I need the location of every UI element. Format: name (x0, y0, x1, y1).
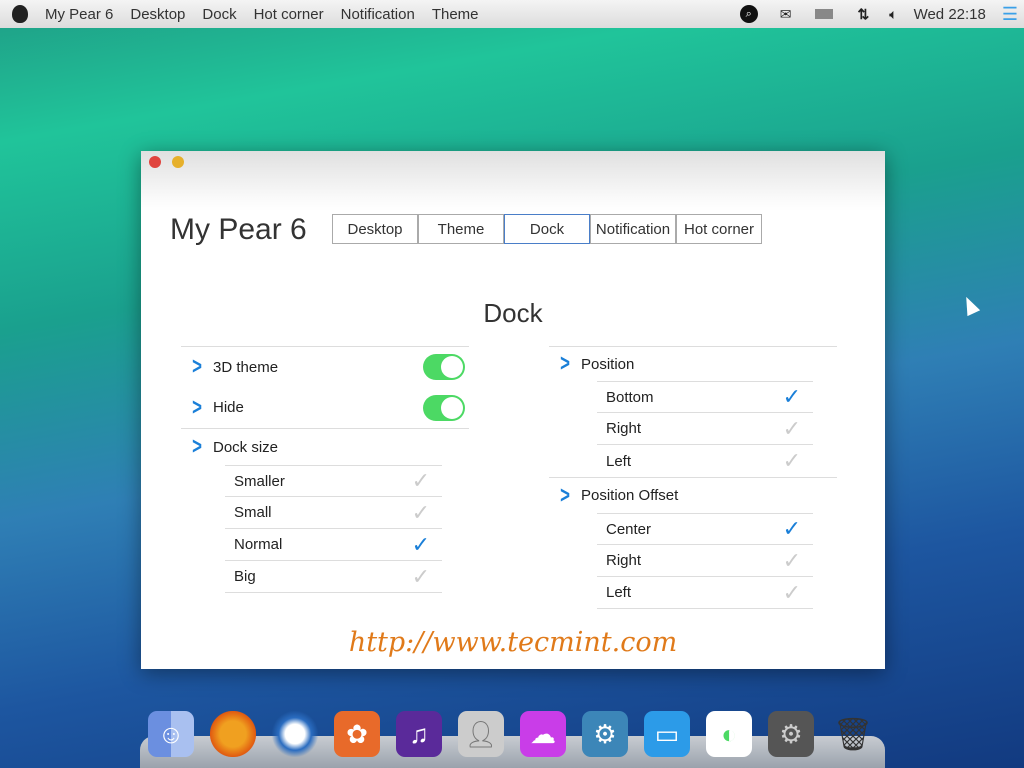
option-big[interactable]: Big ✓ (225, 561, 442, 593)
menu-app[interactable]: My Pear 6 (45, 6, 113, 23)
mail-icon[interactable]: ✉ (780, 6, 792, 23)
position-header: > Position (549, 346, 837, 381)
check-icon: ✓ (782, 415, 801, 441)
icloud-icon[interactable]: ☁ (520, 711, 566, 757)
label: Center (606, 520, 652, 538)
dock-size-header: > Dock size (181, 428, 469, 465)
check-icon: ✓ (411, 468, 430, 493)
check-icon: ✓ (782, 579, 801, 605)
offset-left[interactable]: Left ✓ (597, 577, 813, 609)
option-small[interactable]: Small ✓ (225, 497, 442, 529)
tab-dock[interactable]: Dock (504, 214, 590, 244)
check-icon: ✓ (782, 384, 801, 409)
label: Position Offset (581, 487, 679, 504)
chevron-right-icon: > (192, 353, 202, 380)
section-heading: Dock (483, 298, 543, 328)
menu-hot-corner[interactable]: Hot corner (254, 6, 324, 23)
label: Big (234, 568, 256, 585)
watermark-url: http://www.tecmint.com (348, 627, 678, 658)
chevron-right-icon: > (192, 393, 202, 421)
network-icon[interactable]: ⇅ (857, 6, 869, 23)
my-pear-window: My Pear 6 Desktop Theme Dock Notificatio… (141, 151, 885, 669)
battery-icon[interactable] (815, 9, 834, 19)
system-preferences-icon[interactable]: ⚙ (768, 711, 814, 757)
apple-icon[interactable] (12, 5, 28, 23)
firefox-icon[interactable] (210, 711, 256, 757)
position-bottom[interactable]: Bottom ✓ (597, 381, 813, 413)
thunderbird-icon[interactable] (272, 711, 318, 757)
position-right[interactable]: Right ✓ (597, 413, 813, 445)
tab-hot-corner[interactable]: Hot corner (676, 214, 762, 244)
search-icon[interactable]: ⌕ (739, 5, 758, 23)
contacts-icon[interactable]: 👤︎ (458, 711, 504, 757)
label: Smaller (234, 472, 285, 490)
tab-desktop[interactable]: Desktop (332, 214, 418, 244)
dock-icons: ☺ ✿ ♫ 👤︎ ☁ ⚙ ▭ ◐ ⚙ 🗑︎ (148, 711, 876, 757)
clock[interactable]: Wed 22:18 (914, 6, 986, 23)
position-left[interactable]: Left ✓ (597, 445, 813, 477)
3d-theme-toggle[interactable] (423, 354, 465, 380)
label: Normal (234, 536, 283, 553)
label: Left (606, 584, 632, 601)
menu-notification[interactable]: Notification (341, 6, 415, 23)
offset-center[interactable]: Center ✓ (597, 513, 813, 545)
desktop-icon[interactable]: ▭ (644, 711, 690, 757)
tab-notification[interactable]: Notification (590, 214, 676, 244)
label: Left (606, 452, 632, 470)
list-icon[interactable]: ☰ (1002, 4, 1018, 25)
menu-dock[interactable]: Dock (202, 6, 236, 23)
check-icon: ✓ (411, 563, 430, 589)
label: Right (606, 420, 642, 437)
toggle-row-hide: > Hide (181, 387, 469, 428)
label: Hide (213, 399, 244, 416)
label: Bottom (606, 388, 654, 406)
my-pear-settings-icon[interactable]: ◐ (706, 711, 752, 757)
close-button[interactable] (149, 156, 161, 168)
check-icon: ✓ (411, 531, 430, 557)
photos-icon[interactable]: ✿ (334, 711, 380, 757)
finder-icon[interactable]: ☺ (148, 711, 194, 757)
position-offset-header: > Position Offset (549, 477, 837, 513)
tab-theme[interactable]: Theme (418, 214, 504, 244)
itunes-icon[interactable]: ♫ (396, 711, 442, 757)
cydia-icon[interactable]: ⚙ (582, 711, 628, 757)
menu-bar: My Pear 6 Desktop Dock Hot corner Notifi… (0, 0, 1024, 28)
app-title: My Pear 6 (170, 213, 307, 246)
toggle-row-3d-theme: > 3D theme (181, 346, 469, 387)
chevron-right-icon: > (192, 433, 202, 460)
title-bar (141, 151, 885, 211)
trash-icon[interactable]: 🗑︎ (830, 711, 876, 757)
menu-theme[interactable]: Theme (432, 6, 479, 23)
chevron-right-icon: > (560, 350, 570, 377)
label: Position (581, 355, 635, 373)
label: 3D theme (213, 358, 279, 376)
check-icon: ✓ (782, 448, 801, 473)
option-normal[interactable]: Normal ✓ (225, 529, 442, 561)
label: Dock size (213, 438, 279, 456)
offset-right[interactable]: Right ✓ (597, 545, 813, 577)
check-icon: ✓ (782, 547, 801, 573)
check-icon: ✓ (411, 499, 430, 525)
minimize-button[interactable] (172, 156, 184, 168)
label: Small (234, 504, 272, 521)
volume-icon[interactable]: 🔈︎ (889, 6, 897, 23)
option-smaller[interactable]: Smaller ✓ (225, 465, 442, 497)
label: Right (606, 552, 642, 569)
mouse-cursor (959, 293, 981, 317)
check-icon: ✓ (782, 516, 801, 541)
hide-toggle[interactable] (423, 394, 465, 421)
menu-desktop[interactable]: Desktop (130, 6, 185, 23)
chevron-right-icon: > (560, 481, 570, 509)
tab-bar: Desktop Theme Dock Notification Hot corn… (332, 214, 762, 244)
